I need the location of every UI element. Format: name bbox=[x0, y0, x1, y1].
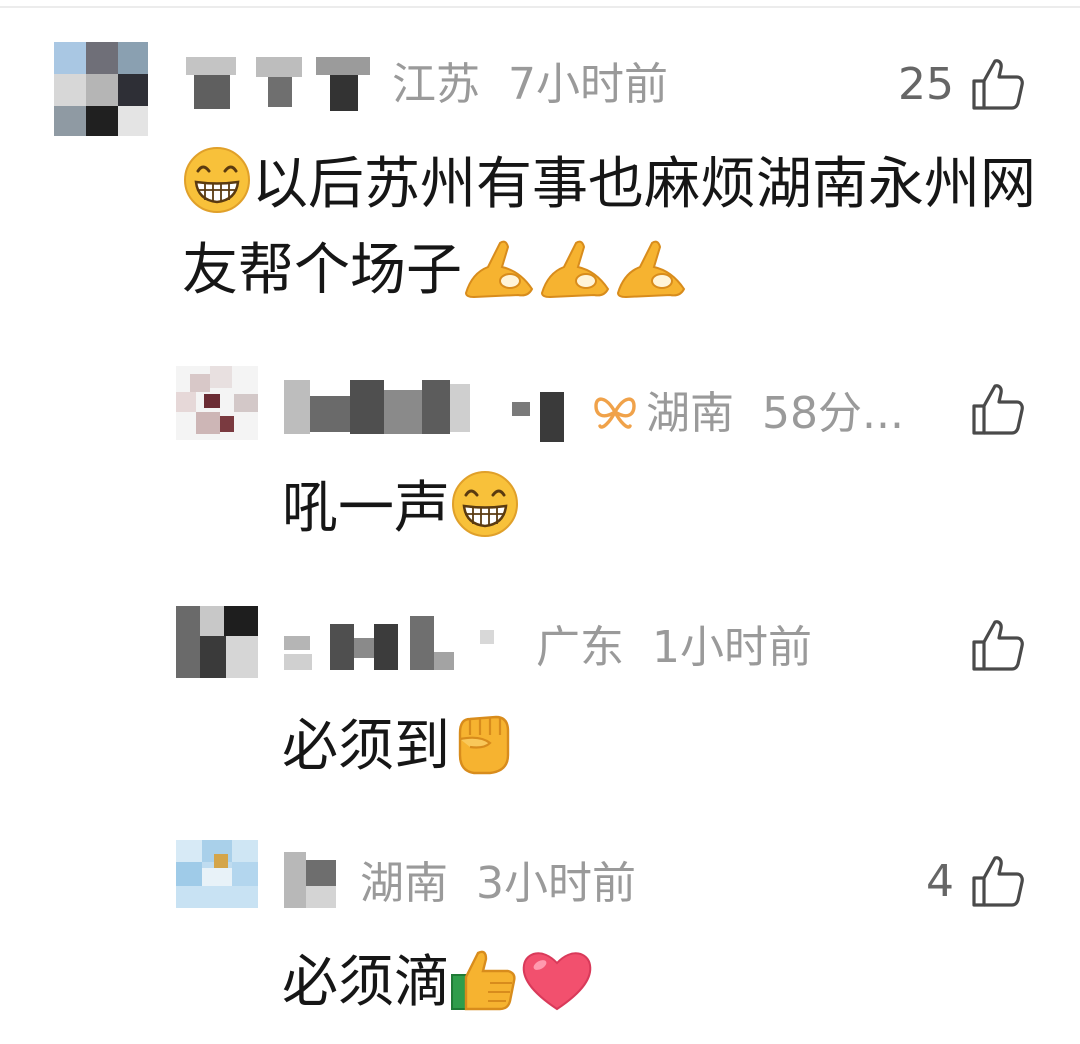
comment-text: 必须滴 bbox=[282, 940, 1042, 1026]
comment-region: 湖南 bbox=[360, 858, 448, 909]
username[interactable] bbox=[186, 55, 376, 115]
comment-text: 吼一声 bbox=[282, 466, 1042, 552]
comment-time: 3小时前 bbox=[476, 858, 636, 909]
like-button[interactable]: 4 bbox=[926, 852, 1026, 912]
comment-time: 7小时前 bbox=[508, 59, 668, 110]
ok-hand-emoji bbox=[464, 240, 534, 299]
comment-region: 湖南 bbox=[646, 388, 734, 439]
like-count: 25 bbox=[898, 59, 954, 110]
ok-hand-emoji bbox=[616, 240, 686, 299]
ok-hand-emoji bbox=[540, 240, 610, 299]
grinning-face-emoji bbox=[184, 147, 250, 213]
grinning-face-emoji bbox=[452, 471, 518, 537]
comment-body: 吼一声 bbox=[282, 476, 450, 541]
like-button[interactable] bbox=[954, 380, 1026, 440]
thumb-up-outline-icon bbox=[972, 59, 1024, 110]
comment-meta: 广东 1小时前 bbox=[536, 626, 812, 670]
comment-meta: 湖南 58分... bbox=[592, 390, 904, 436]
heart-emoji bbox=[522, 952, 592, 1011]
thumb-up-outline-icon bbox=[972, 384, 1024, 435]
comment-region: 江苏 bbox=[392, 59, 480, 110]
comment-meta: 湖南 3小时前 bbox=[360, 862, 636, 906]
comment-time: 58分... bbox=[762, 388, 904, 439]
comment-body: 必须滴 bbox=[282, 950, 450, 1015]
thumbs-up-emoji bbox=[451, 950, 516, 1011]
avatar[interactable] bbox=[176, 606, 258, 678]
like-button[interactable]: 25 bbox=[898, 55, 1026, 115]
comment-text: 以后苏州有事也麻烦湖南永州网友帮个场子 bbox=[182, 142, 1042, 314]
comment-meta: 江苏 7小时前 bbox=[392, 63, 668, 107]
thumb-up-outline-icon bbox=[972, 856, 1024, 907]
username[interactable] bbox=[284, 852, 346, 912]
thumb-up-outline-icon bbox=[972, 620, 1024, 671]
like-button[interactable] bbox=[954, 616, 1026, 676]
top-divider bbox=[0, 6, 1080, 8]
avatar[interactable] bbox=[176, 840, 258, 908]
avatar[interactable] bbox=[176, 366, 258, 440]
like-count: 4 bbox=[926, 856, 954, 907]
comment-text: 必须到 bbox=[282, 704, 1042, 790]
comment-thread: 江苏 7小时前 25 以后苏州有事也麻烦湖南永州网友帮个场子 湖南 58分...… bbox=[0, 0, 1080, 1044]
raised-fist-emoji bbox=[458, 715, 510, 775]
vip-badge-icon bbox=[594, 397, 636, 429]
username[interactable] bbox=[284, 616, 520, 676]
comment-body: 必须到 bbox=[282, 714, 450, 779]
username[interactable] bbox=[284, 380, 584, 442]
comment-time: 1小时前 bbox=[652, 622, 812, 673]
comment-region: 广东 bbox=[536, 622, 624, 673]
avatar[interactable] bbox=[54, 42, 148, 136]
